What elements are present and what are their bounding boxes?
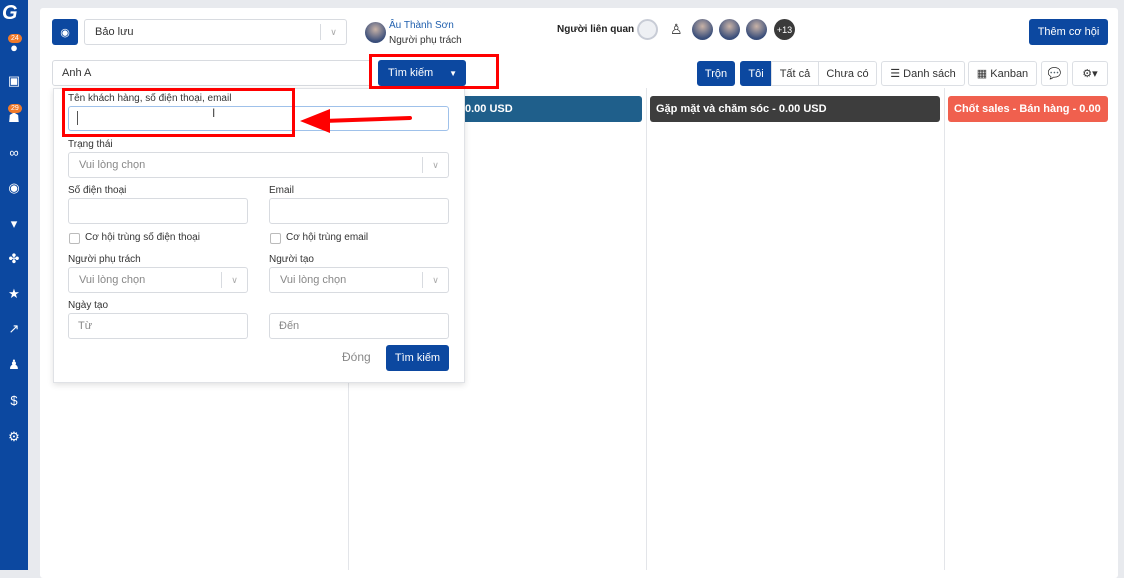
chart-line-icon[interactable]: ↗ bbox=[0, 321, 28, 337]
notification-badge: 29 bbox=[8, 104, 22, 113]
status-select[interactable]: Vui lòng chọn ∨ bbox=[68, 152, 449, 178]
grid-icon: ▦ bbox=[976, 68, 991, 80]
close-button[interactable]: Đóng bbox=[342, 350, 371, 364]
date-to-input[interactable]: Đến bbox=[269, 313, 449, 339]
briefcase-icon[interactable]: ▣ bbox=[0, 73, 28, 89]
empty-avatar[interactable] bbox=[637, 19, 658, 40]
pipeline-select-value: Bảo lưu bbox=[95, 26, 134, 38]
dup-phone-checkbox[interactable] bbox=[69, 233, 80, 244]
more-related-count[interactable]: +13 bbox=[774, 19, 795, 40]
annotation-box bbox=[62, 88, 295, 137]
creator-label: Người tạo bbox=[269, 254, 314, 265]
list-icon: ☰ bbox=[890, 68, 904, 80]
dup-email-label: Cơ hội trùng email bbox=[286, 232, 369, 243]
chevron-down-icon: ∨ bbox=[320, 24, 346, 40]
chevron-down-icon: ∨ bbox=[221, 272, 247, 288]
sidebar: G ● 24 ▣ ☗ 29 ∞ ◉ ▾ ✤ ★ ↗ ♟ $ ⚙ bbox=[0, 0, 28, 570]
settings-dropdown[interactable]: ⚙▾ bbox=[1072, 61, 1108, 86]
column-divider bbox=[646, 88, 647, 570]
related-avatar[interactable] bbox=[692, 19, 713, 40]
list-view-button[interactable]: ☰ Danh sách bbox=[881, 61, 965, 86]
cubes-icon[interactable]: ✤ bbox=[0, 251, 28, 267]
column-header: Gặp mặt và chăm sóc - 0.00 USD bbox=[650, 96, 940, 122]
owner-placeholder: Vui lòng chọn bbox=[79, 274, 146, 286]
star-icon[interactable]: ★ bbox=[0, 286, 28, 302]
kanban-view-label: Kanban bbox=[990, 67, 1029, 80]
filter-mine[interactable]: Tôi bbox=[740, 61, 772, 86]
person-icon: ♙ bbox=[670, 21, 683, 37]
phone-label: Số điện thoại bbox=[68, 185, 127, 196]
search-input[interactable]: Anh A bbox=[52, 60, 372, 86]
chevron-down-icon: ∨ bbox=[422, 272, 448, 288]
gear-icon[interactable]: ⚙ bbox=[0, 429, 28, 445]
related-avatar[interactable] bbox=[719, 19, 740, 40]
date-from-input[interactable]: Từ bbox=[68, 313, 248, 339]
dollar-icon[interactable]: $ bbox=[0, 393, 28, 408]
owner-avatar bbox=[365, 22, 386, 43]
annotation-arrow bbox=[300, 109, 412, 133]
status-placeholder: Vui lòng chọn bbox=[79, 159, 146, 171]
dup-phone-label: Cơ hội trùng số điện thoại bbox=[85, 232, 200, 243]
owner-label: Người phụ trách bbox=[68, 254, 141, 265]
pipeline-select[interactable]: Bảo lưu ∨ bbox=[84, 19, 347, 45]
gear-icon: ⚙▾ bbox=[1082, 68, 1098, 80]
column-divider bbox=[944, 88, 945, 570]
kanban-view-button[interactable]: ▦ Kanban bbox=[968, 61, 1037, 86]
comments-icon[interactable]: 💬 bbox=[1041, 61, 1068, 86]
status-label: Trạng thái bbox=[68, 139, 113, 150]
user-tie-icon[interactable]: ♟ bbox=[0, 357, 28, 373]
creator-select[interactable]: Vui lòng chọn ∨ bbox=[269, 267, 449, 293]
add-opportunity-button[interactable]: Thêm cơ hội bbox=[1029, 19, 1108, 45]
chevron-down-icon: ∨ bbox=[422, 157, 448, 173]
email-label: Email bbox=[269, 185, 295, 196]
related-avatar[interactable] bbox=[746, 19, 767, 40]
owner-name[interactable]: Âu Thành Sơn bbox=[389, 20, 454, 31]
phone-input[interactable] bbox=[68, 198, 248, 224]
email-input[interactable] bbox=[269, 198, 449, 224]
pipeline-icon-button[interactable]: ◉ bbox=[52, 19, 78, 45]
owner-role: Người phụ trách bbox=[389, 35, 462, 46]
filter-mix[interactable]: Trộn bbox=[697, 61, 735, 86]
handshake-icon[interactable]: ∞ bbox=[0, 145, 28, 160]
column-header: Chốt sales - Bán hàng - 0.00 bbox=[948, 96, 1108, 122]
list-view-label: Danh sách bbox=[903, 67, 956, 80]
created-date-label: Ngày tạo bbox=[68, 300, 109, 311]
filter-none[interactable]: Chưa có bbox=[818, 61, 877, 86]
notification-badge: 24 bbox=[8, 34, 22, 43]
target-icon: ◉ bbox=[60, 26, 70, 39]
target-icon[interactable]: ◉ bbox=[0, 180, 28, 196]
app-logo: G bbox=[2, 2, 18, 24]
owner-select[interactable]: Vui lòng chọn ∨ bbox=[68, 267, 248, 293]
filter-all[interactable]: Tất cả bbox=[771, 61, 819, 86]
related-label: Người liên quan bbox=[557, 24, 635, 35]
cart-icon[interactable]: ▾ bbox=[0, 216, 28, 232]
panel-search-button[interactable]: Tìm kiếm bbox=[386, 345, 449, 371]
dup-email-checkbox[interactable] bbox=[270, 233, 281, 244]
annotation-box bbox=[369, 54, 499, 89]
creator-placeholder: Vui lòng chọn bbox=[280, 274, 347, 286]
